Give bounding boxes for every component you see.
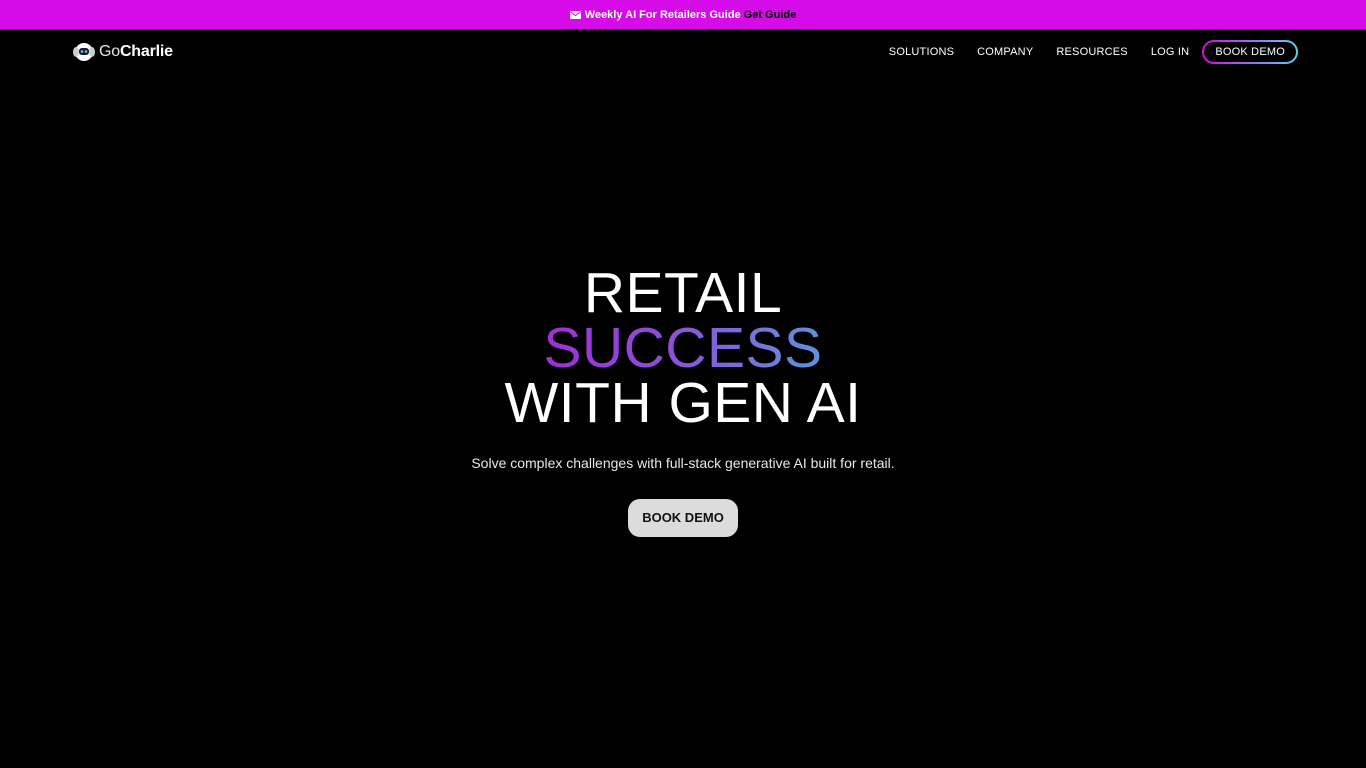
logo-wordmark: GoCharlie: [99, 43, 173, 61]
announcement-bar: Weekly AI For Retailers Guide Get Guide: [0, 0, 1366, 29]
gocharlie-logo[interactable]: GoCharlie: [72, 41, 173, 63]
nav-book-demo-button[interactable]: BOOK DEMO: [1202, 40, 1298, 64]
nav-resources[interactable]: RESOURCES: [1056, 46, 1127, 58]
hero-book-demo-button[interactable]: BOOK DEMO: [628, 499, 738, 537]
hero-line-gen-ai: WITH GEN AI: [504, 371, 862, 435]
mail-icon: [569, 10, 581, 19]
hero-line-retail: RETAIL: [583, 261, 783, 325]
site-header: GoCharlie SOLUTIONS COMPANY RESOURCES LO…: [0, 29, 1366, 74]
logo-charlie: Charlie: [119, 43, 173, 60]
charlie-mascot-icon: [73, 43, 95, 61]
logo-go: Go: [99, 43, 120, 60]
get-guide-link[interactable]: Get Guide: [744, 9, 797, 21]
announcement-text: Weekly AI For Retailers Guide: [584, 8, 741, 21]
nav-solutions[interactable]: SOLUTIONS: [889, 46, 954, 58]
hero-section: RETAIL SUCCESS WITH GEN AI Solve complex…: [0, 261, 1366, 537]
hero-subtitle: Solve complex challenges with full-stack…: [471, 455, 895, 471]
hero-line-success: SUCCESS: [543, 316, 823, 380]
main-nav: SOLUTIONS COMPANY RESOURCES LOG IN BOOK …: [866, 40, 1298, 64]
hero-headline: RETAIL SUCCESS WITH GEN AI: [0, 261, 1366, 435]
nav-company[interactable]: COMPANY: [977, 46, 1033, 58]
nav-login[interactable]: LOG IN: [1151, 46, 1190, 58]
